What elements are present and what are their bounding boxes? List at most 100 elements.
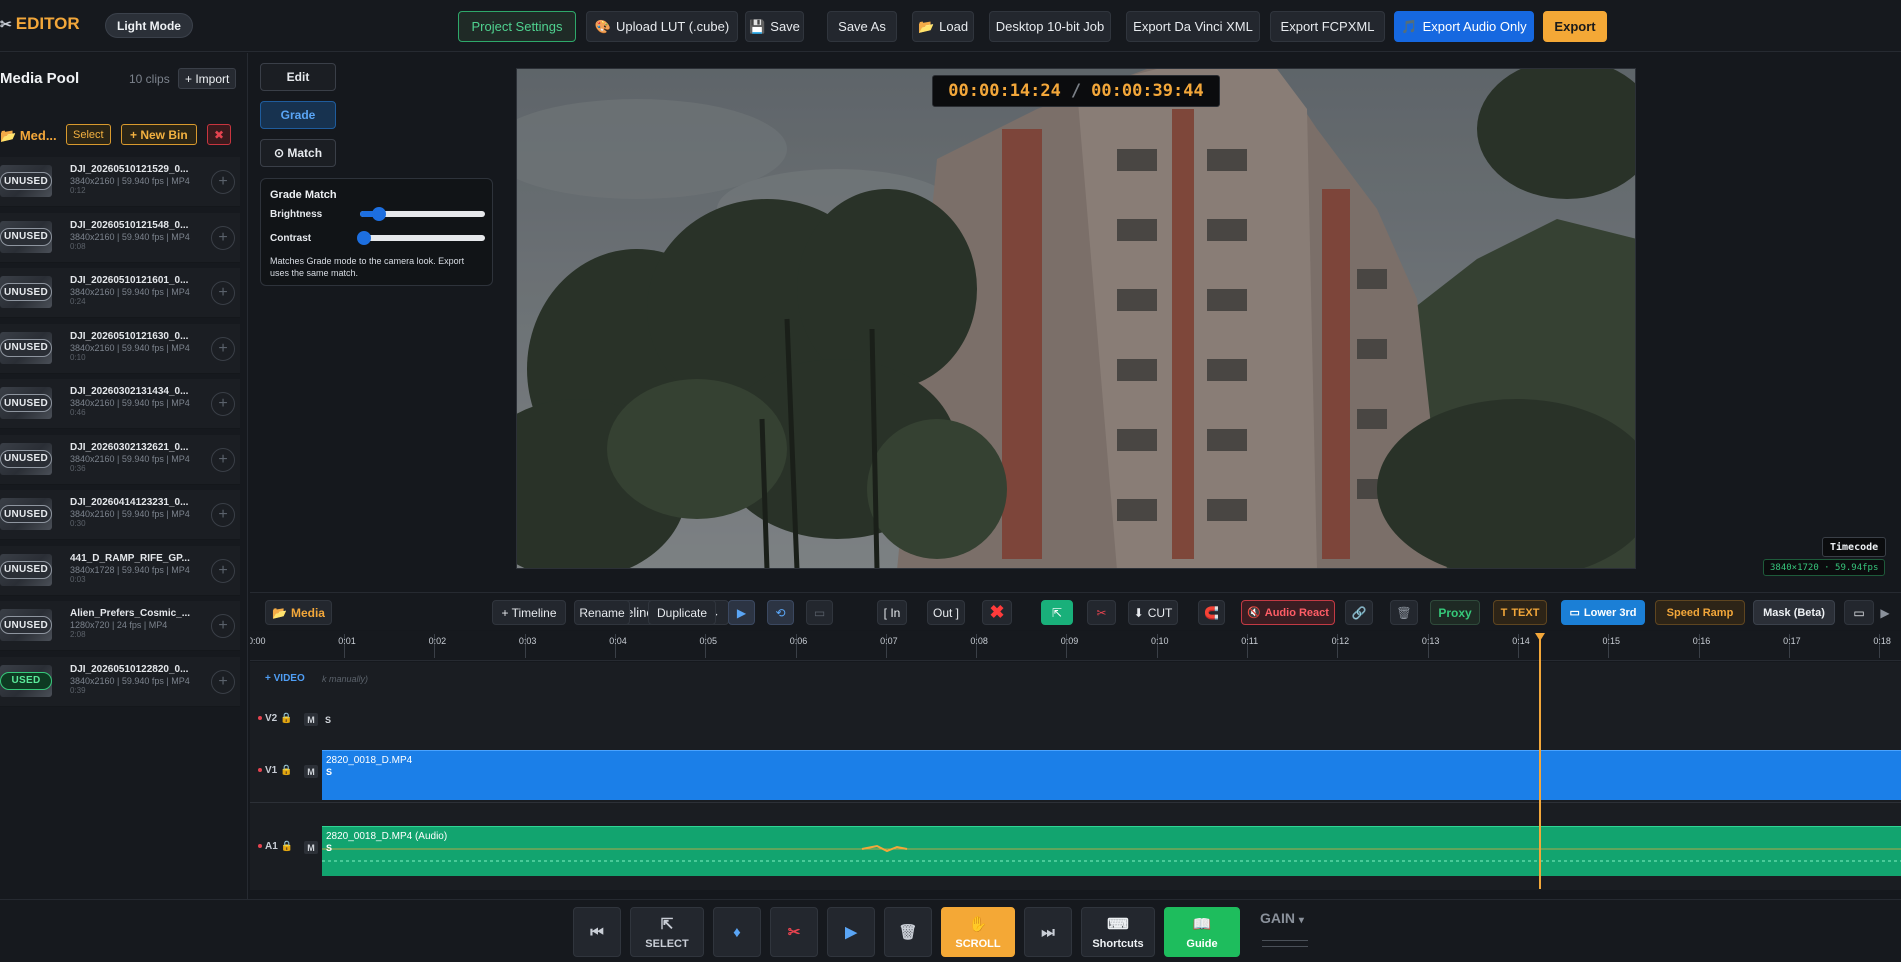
save-button[interactable]: 💾 Save (745, 11, 804, 42)
a1-solo-button[interactable]: S (322, 841, 336, 854)
clip-name: DJI_20260302131434_0... (70, 386, 189, 397)
clip-meta: 3840x2160 | 59.940 fps | MP4 (70, 398, 190, 408)
media-clip-item[interactable]: UNUSED Alien_Prefers_Cosmic_... 1280x720 |… (0, 601, 240, 651)
bin-select-button[interactable]: Select (66, 124, 111, 145)
diamond-tool-button[interactable]: ♦ (713, 907, 761, 957)
add-clip-button[interactable]: + (211, 336, 235, 361)
lock-icon[interactable]: 🔒 (281, 841, 293, 852)
proxy-button[interactable]: Proxy (1430, 600, 1480, 625)
lower-third-icon: ▭ (1569, 607, 1580, 619)
add-clip-button[interactable]: + (211, 225, 235, 250)
magnet-snap-button[interactable]: 🧲 (1198, 600, 1225, 625)
mark-in-button[interactable]: [ In (877, 600, 907, 625)
lock-icon[interactable]: 🔒 (280, 765, 292, 776)
contrast-knob[interactable] (356, 231, 371, 245)
add-clip-button[interactable]: + (211, 281, 235, 305)
add-clip-button[interactable]: + (211, 447, 235, 472)
add-clip-button[interactable]: + (211, 669, 235, 694)
v2-mute-button[interactable]: M (304, 713, 318, 726)
export-fcpxml-button[interactable]: Export FCPXML (1270, 11, 1385, 42)
new-bin-button[interactable]: + New Bin (121, 124, 197, 145)
grade-mode-button[interactable]: Grade (260, 101, 336, 129)
media-clip-item[interactable]: UNUSED DJI_20260510121548_0... 3840x2160 |… (0, 212, 240, 263)
v1-video-clip[interactable]: 2820_0018_D.MP4 (322, 750, 1901, 800)
scroll-tool-button[interactable]: ✋ SCROLL (941, 907, 1015, 957)
export-davinci-button[interactable]: Export Da Vinci XML (1126, 11, 1260, 42)
playhead[interactable] (1539, 633, 1541, 889)
clip-meta: 3840x2160 | 59.940 fps | MP4 (70, 342, 190, 353)
link-button[interactable]: 🔗 (1345, 600, 1373, 625)
lower-third-button[interactable]: ▭ Lower 3rd (1561, 600, 1645, 625)
play-clip-button[interactable]: ▶ (728, 600, 755, 625)
track-v1-label: V1 🔒 (265, 765, 292, 776)
video-preview[interactable] (516, 68, 1636, 569)
contrast-slider[interactable] (356, 231, 485, 245)
media-clip-item[interactable]: UNUSED DJI_20260302131434_0... 3840x2160 |… (0, 379, 240, 429)
speed-ramp-button[interactable]: Speed Ramp (1655, 600, 1745, 625)
lock-icon[interactable]: 🔒 (280, 713, 292, 724)
add-clip-button[interactable]: + (211, 392, 235, 416)
media-clip-item[interactable]: UNUSED DJI_20260510121630_0... 3840x2160 |… (0, 323, 240, 374)
razor-tool-button[interactable]: ✂ (1087, 600, 1116, 625)
jump-end-button[interactable]: ⏭ (1024, 907, 1072, 957)
media-clip-item[interactable]: UNUSED DJI_20260414123231_0... 3840x2160 |… (0, 490, 240, 540)
loop-button[interactable]: ⟲ (767, 600, 794, 625)
import-button[interactable]: + Import (178, 68, 237, 89)
razor-button[interactable]: ✂ (770, 907, 818, 957)
add-clip-button[interactable]: + (211, 614, 235, 638)
media-clip-item[interactable]: USED DJI_20260510122820_0... 3840x2160 | 5… (0, 656, 240, 707)
a1-mute-button[interactable]: M (304, 841, 318, 854)
monitor-button[interactable]: ▭ (806, 600, 833, 625)
media-toggle-button[interactable]: 📂 Media (265, 600, 332, 625)
v2-solo-button[interactable]: S (321, 713, 335, 726)
export-audio-button[interactable]: 🎵 Export Audio Only (1394, 11, 1534, 42)
media-clip-item[interactable]: UNUSED DJI_20260302132621_0... 3840x2160 |… (0, 434, 240, 485)
scroll-right-arrow[interactable]: ▶ (1874, 600, 1896, 625)
v1-solo-button[interactable]: S (322, 765, 336, 778)
add-video-track-button[interactable]: + VIDEO (265, 673, 305, 684)
add-clip-button[interactable]: + (211, 558, 235, 583)
play-button[interactable]: ▶ (827, 907, 875, 957)
media-clip-item[interactable]: UNUSED DJI_20260510121601_0... 3840x2160 |… (0, 268, 240, 318)
track-v1-indicator (258, 768, 262, 772)
delete-clip-button[interactable]: 🗑 (1390, 600, 1418, 625)
load-button[interactable]: 📂 Load (912, 11, 974, 42)
mask-button[interactable]: Mask (Beta) (1753, 600, 1835, 625)
upload-lut-button[interactable]: 🎨 Upload LUT (.cube) (586, 11, 738, 42)
save-as-button[interactable]: Save As (827, 11, 897, 42)
duplicate-timeline-button[interactable]: Duplicate (648, 600, 716, 625)
add-text-button[interactable]: T TEXT (1493, 600, 1547, 625)
rename-timeline-button[interactable]: Rename (574, 600, 630, 625)
audio-react-button[interactable]: 🔇 Audio React (1241, 600, 1335, 625)
selection-tool-button[interactable]: ⇱ (1041, 600, 1073, 625)
timecode-toggle[interactable]: Timecode (1822, 537, 1887, 557)
delete-bin-button[interactable]: ✖ (207, 124, 231, 145)
mark-out-button[interactable]: Out ] (927, 600, 965, 625)
select-tool-button[interactable]: ⇱ SELECT (630, 907, 704, 957)
guide-button[interactable]: 📖 Guide (1164, 907, 1240, 957)
a1-audio-clip[interactable]: 2820_0018_D.MP4 (Audio) (322, 826, 1901, 876)
clear-marks-button[interactable]: ✖ (982, 600, 1012, 625)
cut-button[interactable]: ⬇ CUT (1128, 600, 1178, 625)
brightness-knob[interactable] (371, 207, 386, 221)
timeline-ruler[interactable]: 0:00 0:01 0:02 0:03 0:04 0:05 0:06 0:07 0:08 0:09… (250, 631, 1901, 661)
add-clip-button[interactable]: + (211, 503, 235, 527)
match-mode-button[interactable]: ⊙ Match (260, 139, 336, 167)
jump-start-button[interactable]: ⏮ (573, 907, 621, 957)
brightness-slider[interactable] (360, 207, 485, 221)
light-mode-toggle[interactable]: Light Mode (105, 13, 193, 38)
add-clip-button[interactable]: + (211, 170, 235, 194)
project-settings-button[interactable]: Project Settings (458, 11, 576, 42)
add-timeline-button[interactable]: + Timeline (492, 600, 566, 625)
delete-button[interactable]: 🗑 (884, 907, 932, 957)
media-clip-item[interactable]: UNUSED DJI_20260510121529_0... 3840x2160 |… (0, 157, 240, 207)
media-clip-item[interactable]: UNUSED 441_D_RAMP_RIFE_GP... 3840x1728 | 5… (0, 545, 240, 596)
export-button[interactable]: Export (1543, 11, 1607, 42)
display-button[interactable]: ▭ (1844, 600, 1874, 625)
edit-mode-button[interactable]: Edit (260, 63, 336, 91)
bin-name[interactable]: 📂 Med... (0, 128, 57, 144)
desktop-job-button[interactable]: Desktop 10-bit Job (989, 11, 1111, 42)
v1-mute-button[interactable]: M (304, 765, 318, 778)
shortcuts-button[interactable]: ⌨ Shortcuts (1081, 907, 1155, 957)
gain-control[interactable]: GAIN ▾ (1260, 910, 1312, 954)
